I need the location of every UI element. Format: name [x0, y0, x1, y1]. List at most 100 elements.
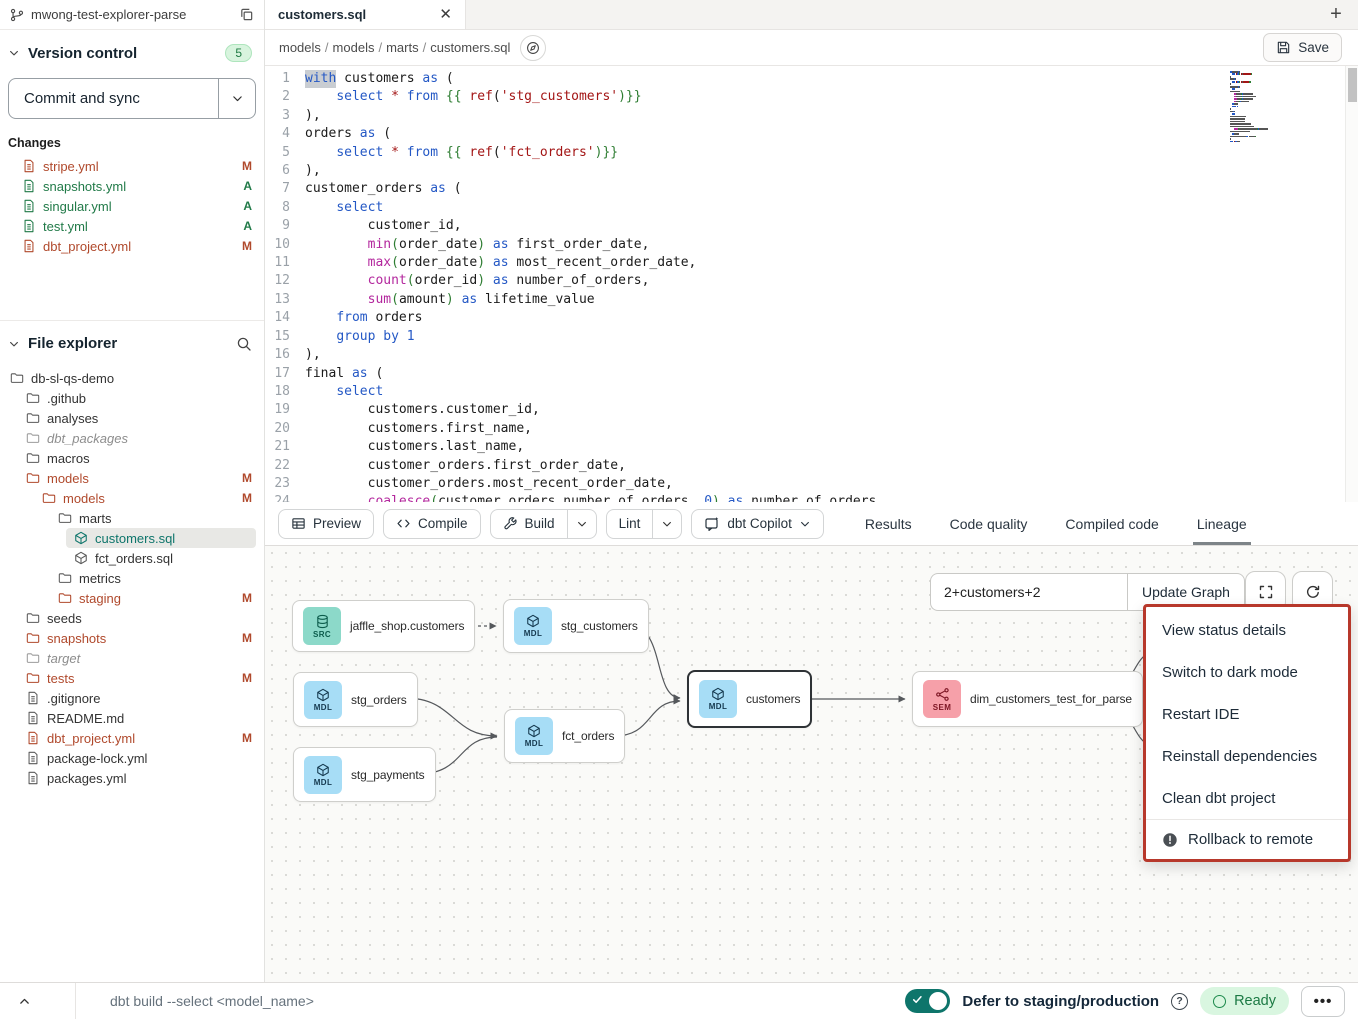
tree-item-target[interactable]: target — [0, 648, 264, 668]
commit-and-sync-button[interactable]: Commit and sync — [9, 79, 218, 118]
tree-item-analyses[interactable]: analyses — [0, 408, 264, 428]
tree-item-seeds[interactable]: seeds — [0, 608, 264, 628]
copy-branch-icon[interactable] — [239, 7, 254, 22]
command-input[interactable]: dbt build --select <model_name> — [76, 993, 314, 1009]
lineage-node-jaffle_shop-customers[interactable]: SRCjaffle_shop.customers — [292, 600, 475, 652]
breadcrumb-segment[interactable]: marts — [386, 40, 419, 55]
tab-results[interactable]: Results — [865, 502, 912, 545]
code-line: 6), — [265, 162, 1358, 180]
wrench-icon — [503, 516, 518, 531]
menu-items: View status detailsSwitch to dark modeRe… — [1146, 609, 1348, 819]
change-row[interactable]: snapshots.ymlA — [0, 176, 264, 196]
tab-customers-sql[interactable]: customers.sql ✕ — [265, 0, 466, 29]
tab-compiled-code[interactable]: Compiled code — [1065, 502, 1158, 545]
compile-button[interactable]: Compile — [383, 509, 481, 539]
line-number: 10 — [265, 236, 305, 254]
chevron-down-icon — [799, 518, 811, 530]
tree-item-snapshots[interactable]: snapshotsM — [0, 628, 264, 648]
change-row[interactable]: dbt_project.ymlM — [0, 236, 264, 256]
new-tab-button[interactable]: + — [1314, 0, 1358, 29]
tree-item-dbt-packages[interactable]: dbt_packages — [0, 428, 264, 448]
menu-item-rollback-to-remote[interactable]: Rollback to remote — [1146, 819, 1348, 859]
change-file-name: singular.yml — [43, 199, 112, 214]
editor-scrollbar[interactable] — [1345, 66, 1358, 502]
build-split-button: Build — [490, 509, 597, 539]
model-cube-icon — [74, 551, 88, 565]
menu-item-restart-ide[interactable]: Restart IDE — [1146, 693, 1348, 735]
chevron-down-icon — [8, 338, 20, 350]
tab-lineage[interactable]: Lineage — [1197, 502, 1247, 545]
code-line: 3), — [265, 107, 1358, 125]
change-row[interactable]: stripe.ymlM — [0, 156, 264, 176]
build-options-chevron[interactable] — [567, 510, 596, 538]
lineage-node-dim_customers_test_for_parse[interactable]: SEMdim_customers_test_for_parse — [912, 671, 1143, 727]
change-row[interactable]: test.ymlA — [0, 216, 264, 236]
close-tab-icon[interactable]: ✕ — [439, 7, 452, 22]
lineage-selector-input[interactable] — [930, 573, 1127, 611]
tree-item-packages-yml[interactable]: packages.yml — [0, 768, 264, 788]
commit-options-chevron[interactable] — [218, 79, 255, 118]
lint-button[interactable]: Lint — [607, 510, 653, 538]
copilot-compass-button[interactable] — [520, 35, 546, 61]
version-control-section: Version control 5 Commit and sync Change… — [0, 30, 264, 320]
lineage-node-fct_orders[interactable]: MDLfct_orders — [504, 709, 625, 763]
minimap-line — [1230, 103, 1288, 105]
search-icon[interactable] — [236, 336, 252, 352]
tree-item-db-sl-qs-demo[interactable]: db-sl-qs-demo — [0, 368, 264, 388]
dbt-copilot-button[interactable]: dbt Copilot — [691, 509, 824, 539]
tree-item-status: M — [242, 631, 252, 645]
lineage-node-stg_customers[interactable]: MDLstg_customers — [503, 599, 649, 653]
tree-item--gitignore[interactable]: .gitignore — [0, 688, 264, 708]
tree-item-marts[interactable]: marts — [0, 508, 264, 528]
menu-item-switch-to-dark-mode[interactable]: Switch to dark mode — [1146, 651, 1348, 693]
tree-item-metrics[interactable]: metrics — [0, 568, 264, 588]
src-badge: SRC — [303, 607, 341, 645]
tree-item-fct-orders-sql[interactable]: fct_orders.sql — [0, 548, 264, 568]
menu-item-clean-dbt-project[interactable]: Clean dbt project — [1146, 777, 1348, 819]
tree-item--github[interactable]: .github — [0, 388, 264, 408]
sidebar: mwong-test-explorer-parse Version contro… — [0, 0, 265, 982]
more-options-button[interactable]: ••• — [1301, 986, 1345, 1017]
help-icon[interactable]: ? — [1171, 993, 1188, 1010]
lint-label: Lint — [619, 516, 641, 531]
file-explorer-header[interactable]: File explorer — [0, 327, 264, 360]
version-control-header[interactable]: Version control 5 — [0, 36, 264, 70]
minimap-line — [1230, 133, 1288, 135]
tree-item-label: README.md — [47, 711, 124, 726]
menu-item-reinstall-dependencies[interactable]: Reinstall dependencies — [1146, 735, 1348, 777]
tree-item-models[interactable]: modelsM — [0, 488, 264, 508]
tree-item-customers-sql[interactable]: customers.sql — [66, 528, 256, 548]
tab-code-quality[interactable]: Code quality — [950, 502, 1028, 545]
line-number: 23 — [265, 475, 305, 493]
lineage-node-customers[interactable]: MDLcustomers — [687, 670, 812, 728]
change-row[interactable]: singular.ymlA — [0, 196, 264, 216]
tree-item-readme-md[interactable]: README.md — [0, 708, 264, 728]
breadcrumb-segment[interactable]: models — [279, 40, 321, 55]
tree-item-dbt-project-yml[interactable]: dbt_project.ymlM — [0, 728, 264, 748]
lint-options-chevron[interactable] — [652, 510, 681, 538]
folder-icon — [26, 411, 40, 425]
tree-item-staging[interactable]: stagingM — [0, 588, 264, 608]
scrollbar-thumb[interactable] — [1348, 68, 1357, 102]
lineage-node-stg_payments[interactable]: MDLstg_payments — [293, 747, 436, 802]
save-button[interactable]: Save — [1263, 33, 1342, 62]
breadcrumb-segment[interactable]: models — [333, 40, 375, 55]
collapse-command-bar-button[interactable] — [0, 983, 76, 1019]
menu-item-view-status-details[interactable]: View status details — [1146, 609, 1348, 651]
minimap[interactable] — [1230, 71, 1288, 143]
tree-item-label: db-sl-qs-demo — [31, 371, 114, 386]
tree-item-models[interactable]: modelsM — [0, 468, 264, 488]
code-editor[interactable]: 1with customers as (2 select * from {{ r… — [265, 66, 1358, 502]
mdl-badge: MDL — [304, 681, 342, 719]
tree-item-package-lock-yml[interactable]: package-lock.yml — [0, 748, 264, 768]
breadcrumb-segment: customers.sql — [430, 40, 510, 55]
tree-item-tests[interactable]: testsM — [0, 668, 264, 688]
lineage-node-stg_orders[interactable]: MDLstg_orders — [293, 672, 418, 727]
preview-button[interactable]: Preview — [278, 509, 374, 539]
build-button[interactable]: Build — [491, 510, 567, 538]
version-control-title: Version control — [28, 45, 137, 62]
minimap-line — [1230, 88, 1288, 90]
tree-item-macros[interactable]: macros — [0, 448, 264, 468]
defer-toggle[interactable] — [905, 989, 950, 1013]
line-number: 19 — [265, 401, 305, 419]
